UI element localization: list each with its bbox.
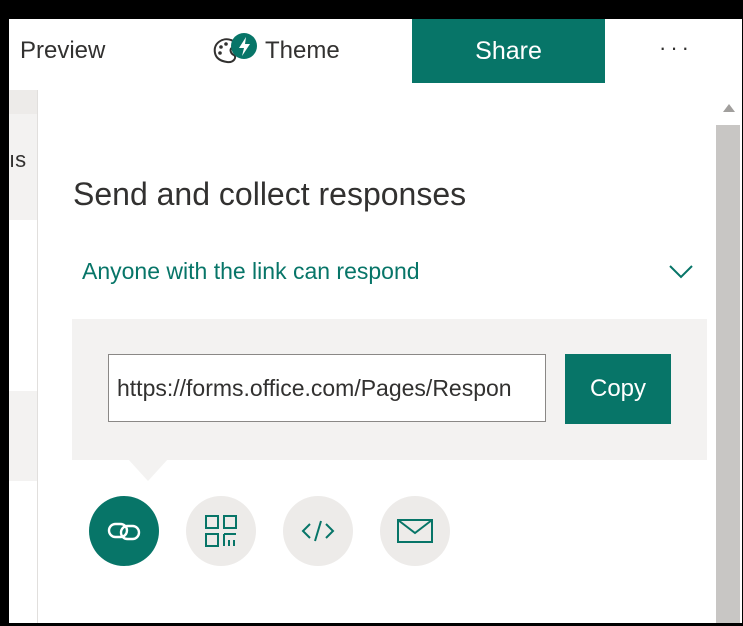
scroll-up-icon[interactable] — [723, 104, 735, 112]
more-icon: ··· — [659, 35, 693, 60]
chevron-down-icon — [669, 265, 693, 279]
selected-option-pointer — [128, 459, 168, 481]
share-label: Share — [475, 36, 542, 65]
copy-label: Copy — [589, 375, 647, 402]
email-icon — [397, 519, 433, 543]
link-url-field[interactable] — [108, 354, 546, 422]
preview-button[interactable]: Preview — [20, 19, 105, 83]
share-link-option[interactable] — [89, 496, 159, 566]
embed-code-icon — [301, 520, 335, 542]
panel-title: Send and collect responses — [73, 176, 467, 212]
share-panel: Send and collect responses Anyone with t… — [38, 90, 714, 623]
theme-button[interactable]: Theme — [209, 19, 340, 83]
palette-icon — [213, 33, 257, 64]
vertical-scrollbar[interactable] — [714, 90, 742, 623]
share-tab[interactable]: Share — [412, 19, 605, 83]
link-box: Copy — [72, 319, 707, 460]
permission-label: Anyone with the link can respond — [82, 257, 420, 284]
forms-window: Preview Theme Share ··· ıs Send and coll… — [9, 19, 742, 623]
link-icon — [107, 522, 141, 541]
left-background-card-2 — [9, 391, 38, 481]
more-options-button[interactable]: ··· — [659, 35, 693, 61]
copy-button[interactable]: Copy — [565, 354, 671, 424]
left-background-band — [9, 90, 37, 114]
scroll-thumb[interactable] — [716, 125, 740, 623]
top-toolbar: Preview Theme Share ··· — [9, 19, 742, 90]
qr-code-option[interactable] — [186, 496, 256, 566]
embed-option[interactable] — [283, 496, 353, 566]
theme-label: Theme — [265, 37, 340, 64]
permission-dropdown[interactable]: Anyone with the link can respond — [73, 248, 701, 294]
preview-label: Preview — [20, 37, 106, 64]
email-option[interactable] — [380, 496, 450, 566]
qr-code-icon — [205, 515, 237, 547]
left-partial-text: ıs — [9, 147, 27, 172]
